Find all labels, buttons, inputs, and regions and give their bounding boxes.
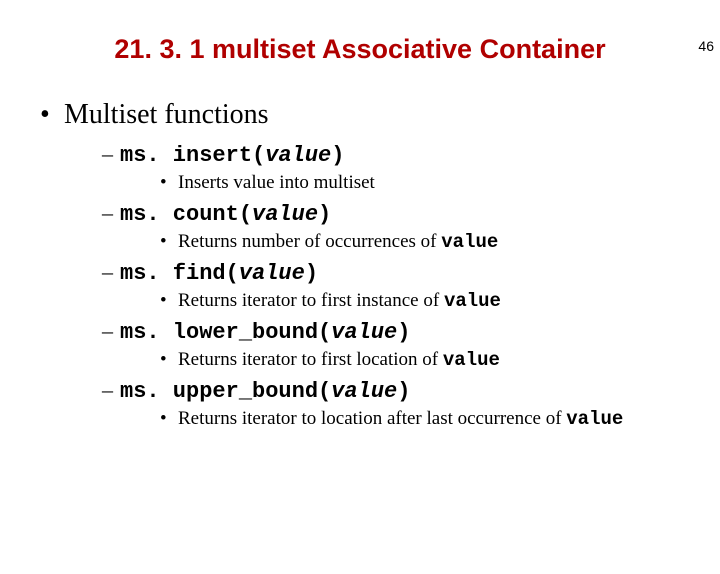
desc-text: Inserts value into multiset [178, 172, 375, 193]
desc-text: Returns iterator to location after last … [178, 408, 566, 429]
bullet-level1: •Multiset functions [40, 99, 720, 131]
code-pre: ms. upper_bound( [120, 379, 331, 404]
bullet-level2: –ms. lower_bound(value) [102, 318, 720, 345]
bullet-level2: –ms. upper_bound(value) [102, 377, 720, 404]
bullet-icon: • [160, 231, 178, 253]
dash-icon: – [102, 318, 120, 344]
level1-text: Multiset functions [64, 99, 269, 130]
code-post: ) [318, 202, 331, 227]
desc-text: Returns iterator to first location of [178, 349, 443, 370]
page-number: 46 [698, 38, 714, 54]
code-post: ) [331, 143, 344, 168]
bullet-level2: –ms. count(value) [102, 200, 720, 227]
bullet-icon: • [40, 99, 64, 131]
bullet-level3: •Inserts value into multiset [160, 172, 720, 194]
code-arg: value [331, 379, 397, 404]
code-post: ) [397, 320, 410, 345]
slide-title: 21. 3. 1 multiset Associative Container [0, 34, 720, 65]
dash-icon: – [102, 141, 120, 167]
code-pre: ms. find( [120, 261, 239, 286]
dash-icon: – [102, 259, 120, 285]
code-arg: value [252, 202, 318, 227]
bullet-level3: •Returns iterator to location after last… [160, 408, 720, 430]
code-pre: ms. lower_bound( [120, 320, 331, 345]
bullet-icon: • [160, 408, 178, 430]
desc-text: Returns iterator to first instance of [178, 290, 444, 311]
bullet-icon: • [160, 349, 178, 371]
code-pre: ms. count( [120, 202, 252, 227]
bullet-icon: • [160, 172, 178, 194]
code-arg: value [239, 261, 305, 286]
code-post: ) [305, 261, 318, 286]
code-arg: value [331, 320, 397, 345]
bullet-icon: • [160, 290, 178, 312]
dash-icon: – [102, 377, 120, 403]
code-arg: value [265, 143, 331, 168]
slide-content: •Multiset functions –ms. insert(value) •… [40, 99, 720, 430]
desc-code: value [441, 231, 498, 253]
desc-code: value [444, 290, 501, 312]
desc-code: value [566, 408, 623, 430]
bullet-level2: –ms. find(value) [102, 259, 720, 286]
desc-text: Returns number of occurrences of [178, 231, 441, 252]
bullet-level2: –ms. insert(value) [102, 141, 720, 168]
code-post: ) [397, 379, 410, 404]
desc-code: value [443, 349, 500, 371]
code-pre: ms. insert( [120, 143, 265, 168]
dash-icon: – [102, 200, 120, 226]
bullet-level3: •Returns iterator to first location of v… [160, 349, 720, 371]
bullet-level3: •Returns number of occurrences of value [160, 231, 720, 253]
bullet-level3: •Returns iterator to first instance of v… [160, 290, 720, 312]
